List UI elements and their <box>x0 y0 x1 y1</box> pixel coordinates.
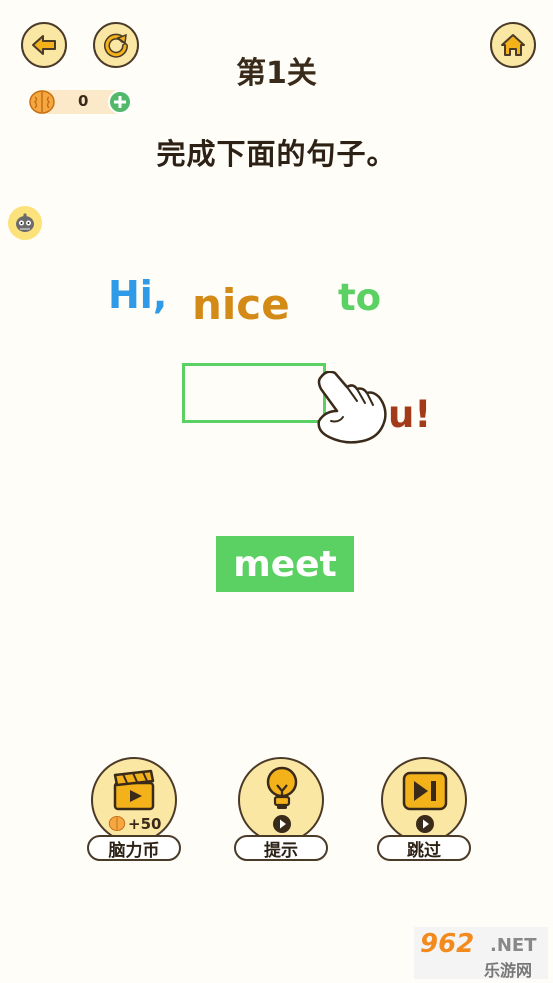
word-you-fragment: u! <box>388 393 432 436</box>
earn-coins-label: 脑力币 <box>87 835 181 861</box>
skip-tool[interactable]: 跳过 <box>377 757 471 861</box>
watermark-bottom: 乐游网 <box>484 961 533 980</box>
video-clapper-icon <box>113 769 155 811</box>
word-nice[interactable]: nice <box>192 280 290 329</box>
robot-face-icon <box>16 213 34 232</box>
video-play-icon <box>416 815 434 833</box>
earn-coins-tool[interactable]: +50 脑力币 <box>87 757 181 861</box>
coins-reward: +50 <box>128 815 162 833</box>
brain-icon <box>108 815 126 832</box>
helper-avatar[interactable] <box>8 206 42 240</box>
instruction-text: 完成下面的句子。 <box>156 137 397 171</box>
video-play-icon <box>273 815 291 833</box>
level-title: 第1关 <box>236 56 317 91</box>
hint-tool[interactable]: 提示 <box>234 757 328 861</box>
hand-pointer-icon <box>317 371 387 444</box>
word-to: to <box>338 276 382 319</box>
add-coins-button[interactable] <box>108 90 132 114</box>
site-watermark: 962 .NET 乐游网 <box>414 927 548 980</box>
skip-label: 跳过 <box>377 835 471 861</box>
hint-label: 提示 <box>234 835 328 861</box>
lightbulb-icon <box>266 766 298 809</box>
brain-icon <box>29 90 55 114</box>
skip-forward-icon <box>402 771 448 811</box>
coin-value: 0 <box>78 92 89 110</box>
option-word-meet[interactable]: meet <box>216 536 354 592</box>
answer-slot[interactable] <box>182 363 326 423</box>
plus-icon <box>114 96 126 108</box>
watermark-dot: .NET <box>490 935 537 956</box>
word-hi: Hi, <box>108 273 168 317</box>
watermark-top: 962 <box>420 929 475 959</box>
